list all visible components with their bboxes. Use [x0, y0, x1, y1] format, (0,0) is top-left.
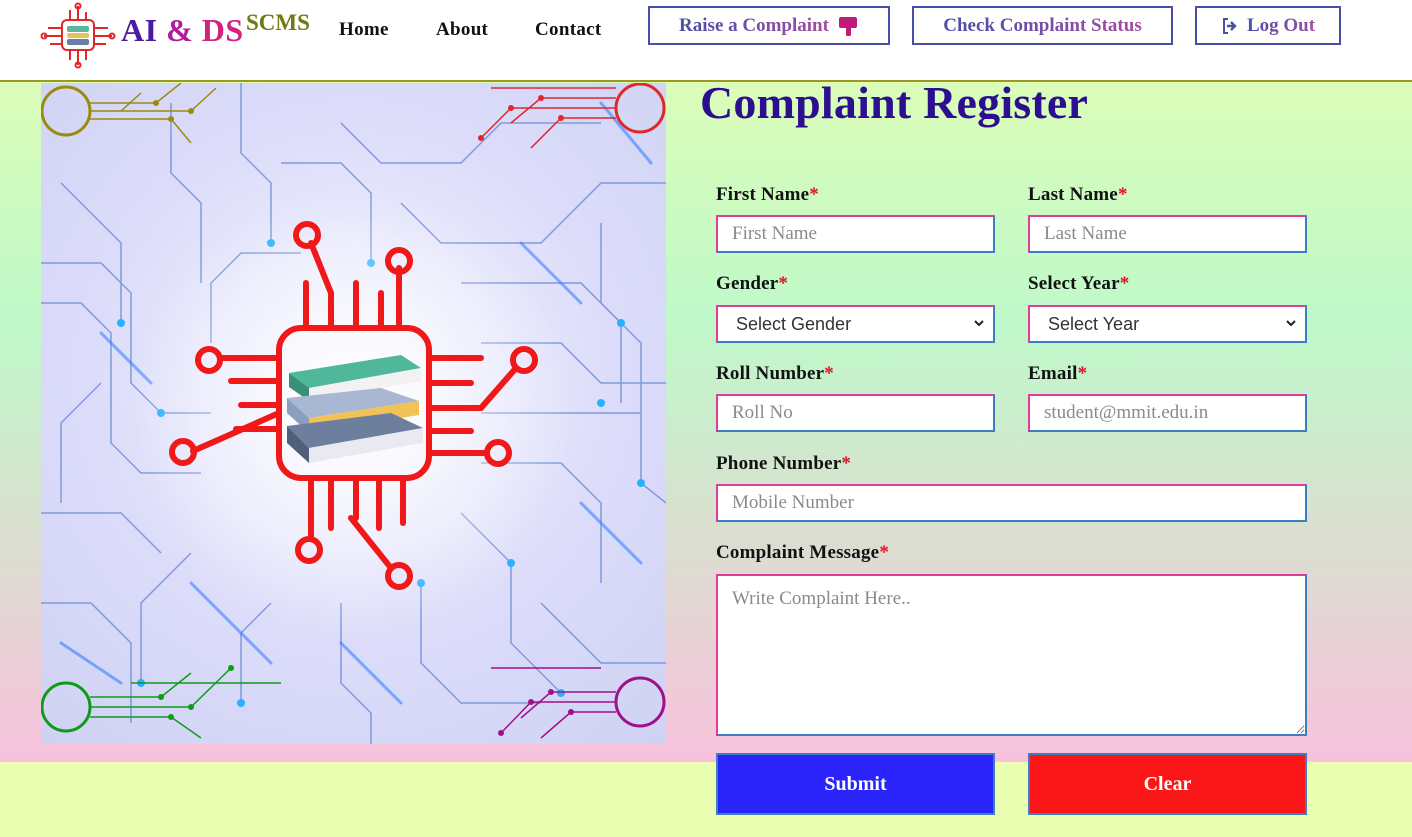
logout-label: Log Out [1246, 14, 1316, 36]
nav-contact-link[interactable]: Contact [535, 19, 601, 41]
clear-button[interactable]: Clear [1028, 753, 1307, 815]
complaint-message-label: Complaint Message* [716, 542, 889, 564]
email-label: Email* [1028, 363, 1087, 385]
required-mark: * [1119, 273, 1130, 294]
first-name-label: First Name* [716, 184, 819, 206]
complaint-message-textarea[interactable] [716, 574, 1307, 736]
email-input[interactable] [1028, 394, 1307, 432]
year-label-text: Select Year [1028, 273, 1120, 294]
raise-complaint-label: Raise a Complaint [679, 14, 829, 36]
brand-scms: SCMS [246, 10, 310, 35]
email-label-text: Email [1028, 363, 1078, 384]
brand-ai: AI [121, 12, 158, 48]
sign-out-icon [1222, 17, 1237, 34]
page-title: Complaint Register [700, 77, 1089, 128]
required-mark: * [824, 363, 834, 384]
last-name-label: Last Name* [1028, 184, 1128, 206]
logout-button[interactable]: Log Out [1195, 6, 1341, 45]
brand-ds: DS [201, 12, 244, 48]
nav-about-link[interactable]: About [436, 19, 488, 41]
last-name-label-text: Last Name [1028, 184, 1118, 205]
brand-amp: & [166, 12, 194, 48]
last-name-input[interactable] [1028, 215, 1307, 253]
check-status-label: Check Complaint Status [943, 14, 1142, 36]
gender-select[interactable]: Select Gender [716, 305, 995, 343]
top-navbar: AI & DS SCMS Home About Contact Raise a … [0, 0, 1412, 82]
phone-input[interactable] [716, 484, 1307, 522]
gender-select-wrap: Select Gender [716, 305, 995, 343]
roll-number-label-text: Roll Number [716, 363, 825, 384]
circuit-illustration [41, 83, 666, 744]
required-mark: * [841, 453, 852, 474]
check-status-button[interactable]: Check Complaint Status [912, 6, 1173, 45]
required-mark: * [1117, 184, 1128, 205]
year-label: Select Year* [1028, 273, 1129, 295]
required-mark: * [809, 184, 819, 205]
complaint-message-label-text: Complaint Message [716, 542, 880, 563]
first-name-input[interactable] [716, 215, 995, 253]
first-name-label-text: First Name [716, 184, 810, 205]
gender-label-text: Gender [716, 273, 779, 294]
circuit-board-image [41, 83, 666, 744]
year-select[interactable]: Select Year [1028, 305, 1307, 343]
phone-label: Phone Number* [716, 453, 851, 475]
required-mark: * [879, 542, 890, 563]
roll-number-label: Roll Number* [716, 363, 834, 385]
required-mark: * [1077, 363, 1088, 384]
roll-number-input[interactable] [716, 394, 995, 432]
gender-label: Gender* [716, 273, 788, 295]
required-mark: * [778, 273, 789, 294]
phone-label-text: Phone Number [716, 453, 842, 474]
year-select-wrap: Select Year [1028, 305, 1307, 343]
raise-complaint-button[interactable]: Raise a Complaint [648, 6, 890, 45]
thumbs-down-icon [838, 16, 857, 36]
nav-home-link[interactable]: Home [339, 19, 389, 41]
chip-books-logo-icon [40, 2, 116, 69]
submit-button[interactable]: Submit [716, 753, 995, 815]
brand-title[interactable]: AI & DS [121, 12, 244, 49]
